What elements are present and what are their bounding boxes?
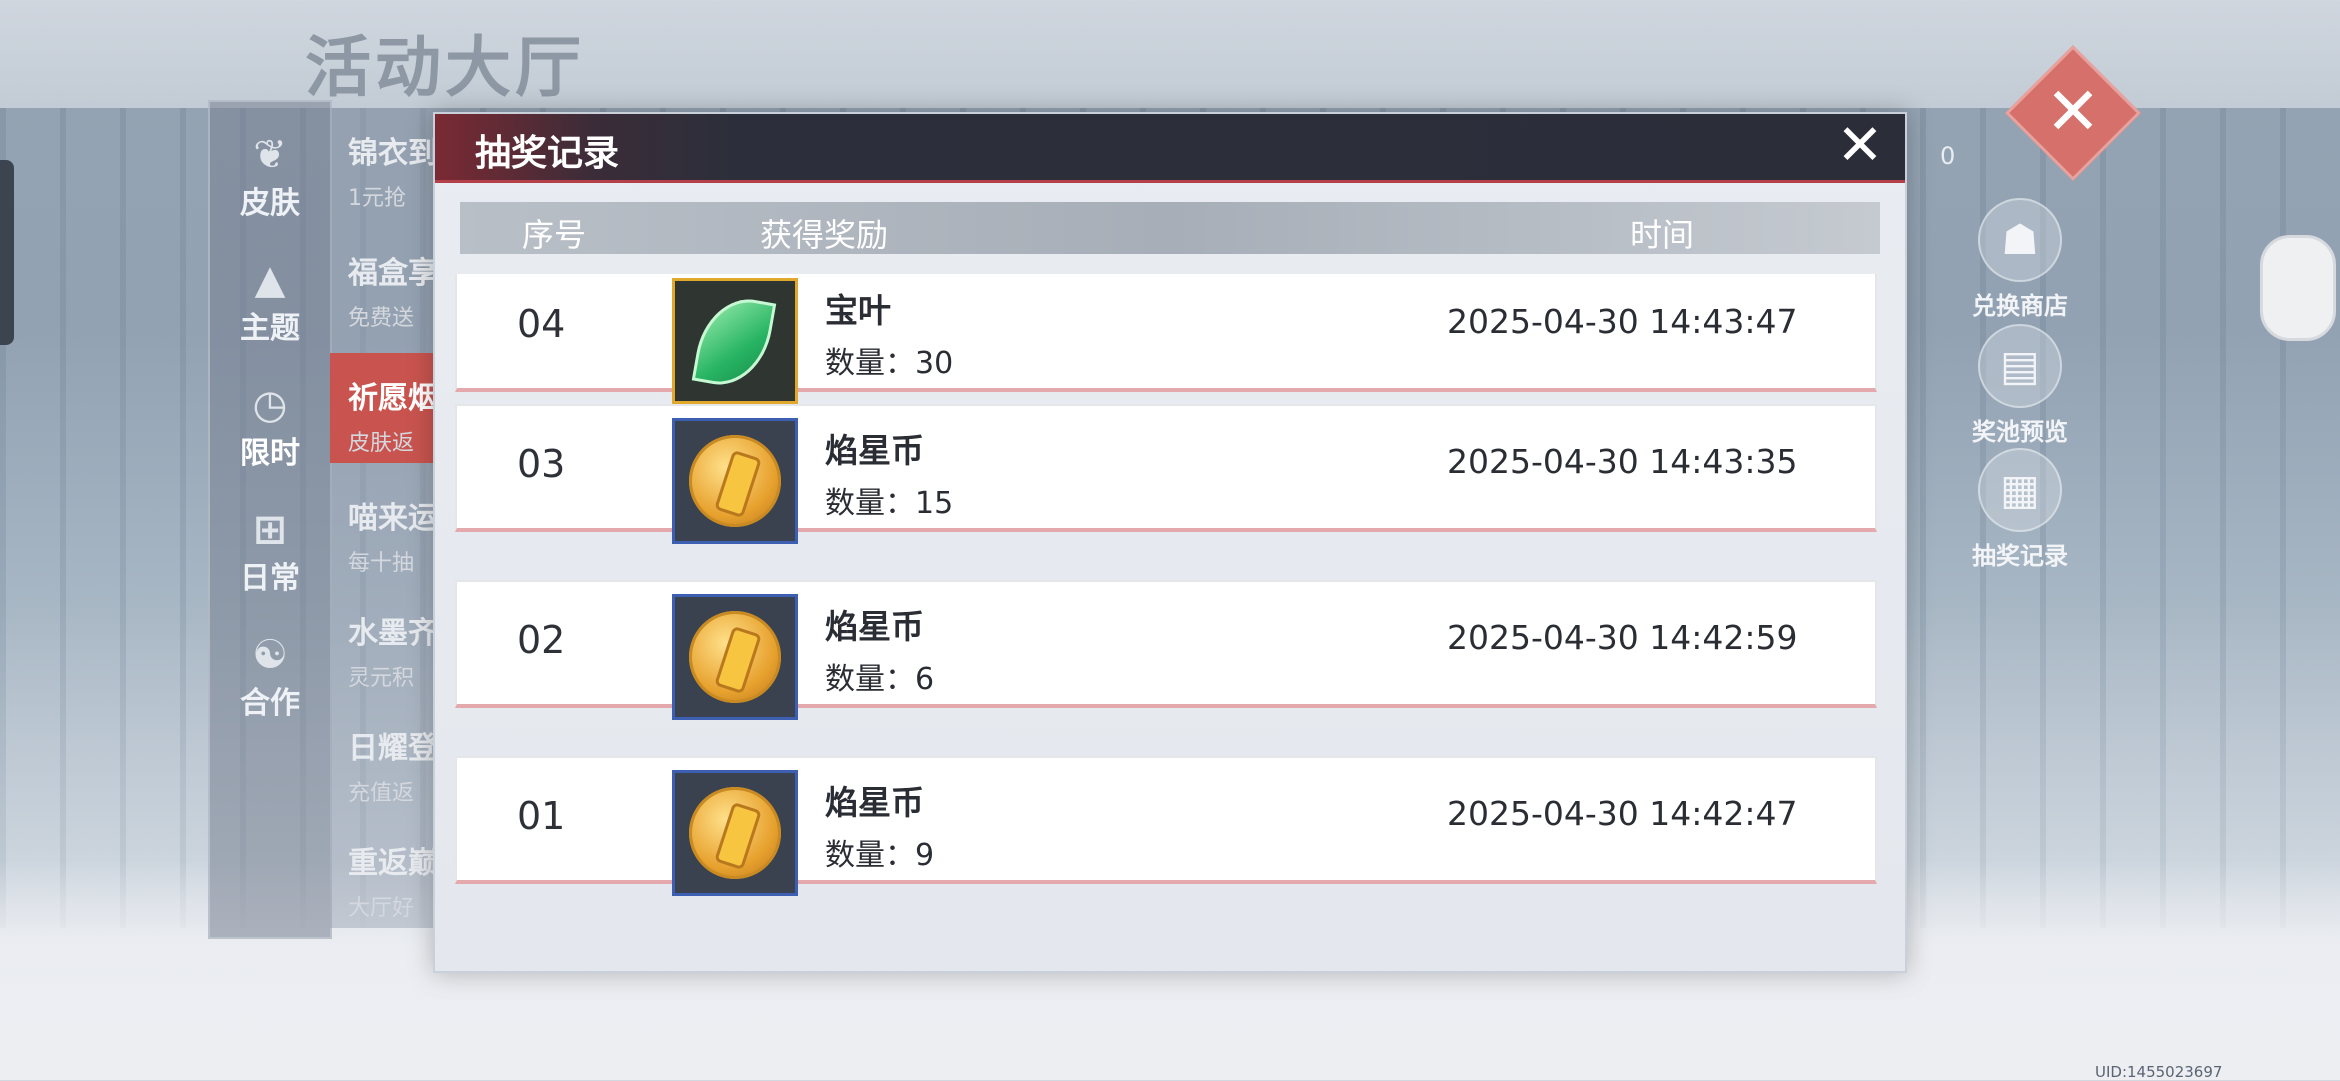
mountain-icon: ▲ [254,257,286,303]
table-header: 序号 获得奖励 时间 [460,202,1880,254]
clock-icon: ◷ [252,382,288,428]
counter-value: 0 [1940,142,1956,170]
exchange-shop-button[interactable]: ☗ 兑换商店 [1960,198,2080,321]
reward-quantity: 数量：9 [825,838,935,873]
reward-icon-frame [672,770,798,896]
record-index: 03 [517,442,566,486]
category-label: 限时 [240,436,300,471]
coin-icon [689,611,781,703]
event-subtitle: 1元抢 [348,186,406,211]
category-label: 日常 [240,561,300,596]
gift-box-icon: ▦ [1978,448,2062,532]
close-icon: ✕ [2045,73,2101,150]
reward-icon-frame [672,278,798,404]
event-item[interactable]: 日耀登 充值返 [330,723,440,833]
prize-pool-preview-button[interactable]: ▤ 奖池预览 [1960,324,2080,447]
draw-record-dialog: 抽奖记录 ✕ 序号 获得奖励 时间 04 宝叶 数量：30 2025-04-30… [433,112,1907,973]
record-index: 04 [517,302,566,346]
page-title: 活动大厅 [305,28,585,106]
shop-cat-icon: ☗ [1978,198,2062,282]
category-label: 合作 [240,686,300,721]
column-reward: 获得奖励 [760,216,889,254]
table-row: 04 宝叶 数量：30 2025-04-30 14:43:47 [455,274,1877,404]
event-item[interactable]: 福盒享 免费送 [330,248,440,358]
event-subtitle: 充值返 [348,781,415,806]
coin-icon [689,435,781,527]
handshake-icon: ☯ [252,632,288,678]
event-item[interactable]: 锦衣到 1元抢 [330,128,440,238]
event-list: 锦衣到 1元抢 福盒享 免费送 祈愿烟 皮肤返 喵来运 每十抽 水墨齐 灵元积 … [330,108,440,928]
event-subtitle: 每十抽 [348,551,415,576]
reward-quantity: 数量：30 [825,346,954,381]
dialog-close-button[interactable]: ✕ [1830,116,1890,176]
table-row: 03 焰星币 数量：15 2025-04-30 14:43:35 [455,404,1877,544]
uid-label: UID:1455023697 [2095,1063,2223,1081]
category-theme[interactable]: ▲ 主题 [210,257,330,347]
event-title: 喵来运 [348,501,438,536]
draw-record-button[interactable]: ▦ 抽奖记录 [1960,448,2080,571]
event-subtitle: 免费送 [348,306,415,331]
event-title: 日耀登 [348,731,438,766]
record-time: 2025-04-30 14:43:35 [1447,442,1798,481]
event-subtitle: 大厅好 [348,896,415,921]
reward-quantity: 数量：15 [825,486,954,521]
record-index: 01 [517,794,566,838]
category-skin[interactable]: ❦ 皮肤 [210,132,330,222]
category-collab[interactable]: ☯ 合作 [210,632,330,722]
category-label: 皮肤 [240,186,300,221]
dialog-title: 抽奖记录 [475,133,620,174]
dialog-header: 抽奖记录 ✕ [435,114,1905,183]
category-limited[interactable]: ◷ 限时 [210,382,330,472]
event-title: 锦衣到 [348,136,438,171]
reward-name: 焰星币 [825,431,924,470]
butterfly-icon: ❦ [253,132,287,178]
record-time: 2025-04-30 14:42:59 [1447,618,1798,657]
coin-icon [689,787,781,879]
record-list[interactable]: 04 宝叶 数量：30 2025-04-30 14:43:47 03 焰星币 数… [455,274,1879,949]
category-sidebar: ❦ 皮肤 ▲ 主题 ◷ 限时 ⊞ 日常 ☯ 合作 [208,100,332,939]
reward-icon-frame [672,594,798,720]
record-index: 02 [517,618,566,662]
event-title: 水墨齐 [348,616,438,651]
event-item[interactable]: 喵来运 每十抽 [330,493,440,603]
reward-name: 焰星币 [825,783,924,822]
event-subtitle: 皮肤返 [348,431,415,456]
reward-quantity: 数量：6 [825,662,935,697]
table-row: 02 焰星币 数量：6 2025-04-30 14:42:59 [455,580,1877,720]
event-title: 祈愿烟 [348,381,438,416]
event-title: 重返巅 [348,846,438,881]
table-row: 01 焰星币 数量：9 2025-04-30 14:42:47 [455,756,1877,896]
category-label: 主题 [240,311,300,346]
column-time: 时间 [1630,216,1695,254]
event-item[interactable]: 重返巅 大厅好 [330,838,440,948]
event-title: 福盒享 [348,256,438,291]
prize-pool-preview-label: 奖池预览 [1972,418,2068,446]
left-drawer-handle[interactable] [0,160,14,345]
leaf-icon [691,291,777,393]
reward-icon-frame [672,418,798,544]
reward-name: 宝叶 [825,291,891,330]
event-item[interactable]: 水墨齐 灵元积 [330,608,440,718]
lantern-decoration [2260,235,2336,341]
document-icon: ▤ [1978,324,2062,408]
exchange-shop-label: 兑换商店 [1972,292,2068,320]
category-daily[interactable]: ⊞ 日常 [210,507,330,597]
gift-icon: ⊞ [253,507,287,553]
close-icon: ✕ [1836,113,1884,178]
draw-record-label: 抽奖记录 [1972,542,2068,570]
record-time: 2025-04-30 14:42:47 [1447,794,1798,833]
event-item-active[interactable]: 祈愿烟 皮肤返 [330,353,440,463]
event-subtitle: 灵元积 [348,666,415,691]
column-index: 序号 [522,216,587,254]
reward-name: 焰星币 [825,607,924,646]
record-time: 2025-04-30 14:43:47 [1447,302,1798,341]
